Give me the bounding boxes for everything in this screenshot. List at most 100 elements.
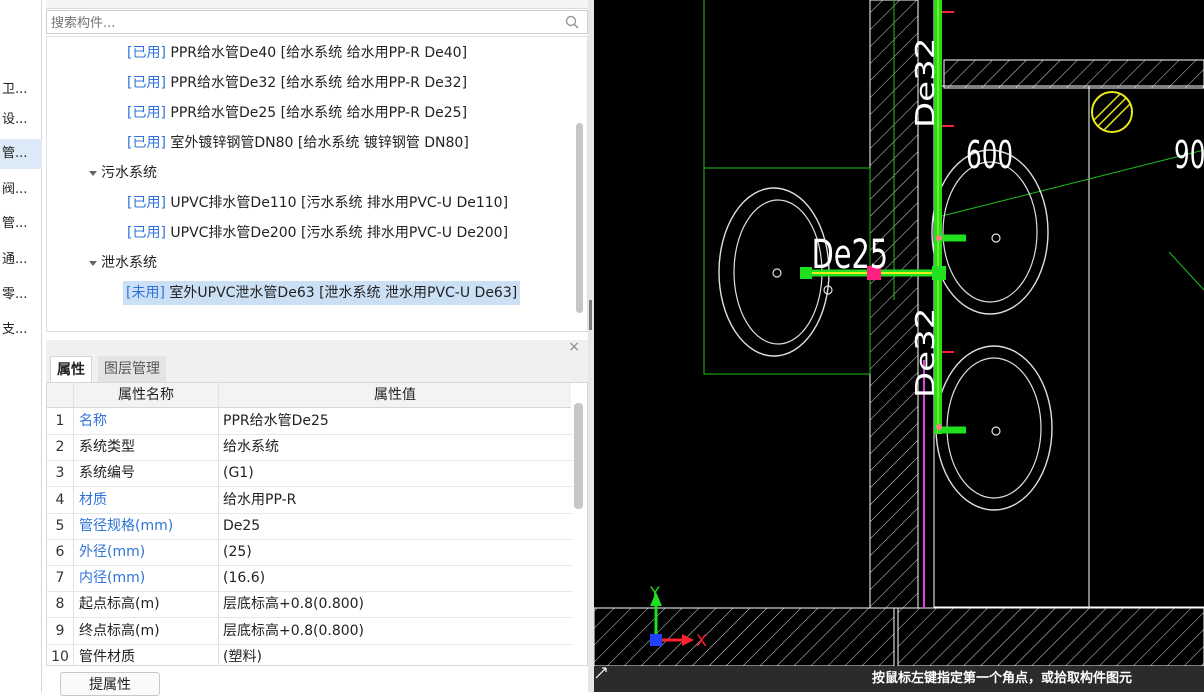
component-name: PPR给水管De40 [给水系统 给水用PP-R De40]	[165, 45, 468, 61]
row-index: 7	[55, 570, 65, 587]
row-index: 3	[55, 465, 65, 482]
property-row[interactable]: 7 内径(mm) (16.6)	[47, 565, 573, 593]
category-item[interactable]: 卫...	[0, 75, 42, 105]
component-name: UPVC排水管De110 [污水系统 排水用PVC-U De110]	[165, 195, 509, 211]
property-name: 终点标高(m)	[79, 622, 160, 639]
property-value[interactable]: De25	[223, 513, 260, 539]
column-header-index	[47, 383, 73, 408]
property-name: 管径规格(mm)	[79, 517, 174, 534]
category-item[interactable]: 阀...	[0, 175, 42, 205]
properties-scrollbar[interactable]	[574, 403, 583, 509]
property-name: 起点标高(m)	[79, 596, 160, 613]
row-index: 6	[55, 544, 65, 560]
expand-caret-icon[interactable]	[89, 170, 97, 176]
property-value[interactable]: 层底标高+0.8(0.800)	[223, 618, 364, 644]
usage-tag: [已用]	[127, 75, 166, 91]
search-input[interactable]	[49, 13, 553, 33]
category-item[interactable]: 零...	[0, 280, 42, 310]
pipe-label-de25: De25	[812, 230, 889, 277]
property-row[interactable]: 9 终点标高(m) 层底标高+0.8(0.800)	[47, 618, 573, 645]
dimension-600: 600	[966, 132, 1013, 177]
property-row[interactable]: 2 系统类型 给水系统	[47, 434, 573, 462]
property-name: 名称	[79, 413, 107, 429]
property-value[interactable]: PPR给水管De25	[223, 408, 329, 434]
tree-component-item[interactable]: [已用] 室外镀锌钢管DN80 [给水系统 镀锌钢管 DN80]	[127, 131, 469, 155]
component-name: UPVC排水管De200 [污水系统 排水用PVC-U De200]	[165, 225, 509, 241]
search-icon[interactable]	[565, 15, 579, 29]
tree-component-item[interactable]: [未用] 室外UPVC泄水管De63 [泄水系统 泄水用PVC-U De63]	[123, 281, 521, 305]
row-index: 4	[55, 491, 65, 508]
property-row[interactable]: 10 管件材质 (塑料)	[47, 644, 573, 665]
wall-top-right	[943, 59, 1204, 89]
property-name: 材质	[79, 491, 107, 508]
tree-component-item[interactable]: [已用] PPR给水管De32 [给水系统 给水用PP-R De32]	[127, 71, 467, 95]
tree-group[interactable]: 污水系统	[89, 161, 157, 185]
category-item[interactable]: 管...	[0, 209, 42, 239]
properties-tabs: 属性 图层管理	[46, 356, 588, 383]
row-index: 2	[55, 439, 65, 456]
property-value[interactable]: (25)	[223, 539, 252, 565]
panel-divider: ×	[46, 339, 588, 356]
category-item[interactable]: 管...	[0, 139, 42, 169]
category-sidebar: 卫... 设... 管... 阀... 管... 通... 零... 支...	[0, 0, 42, 692]
row-index: 10	[51, 648, 69, 665]
tree-component-item[interactable]: [已用] PPR给水管De40 [给水系统 给水用PP-R De40]	[127, 41, 467, 65]
pipe-label-de32-top: De32	[911, 38, 941, 128]
pipe-label-de32-bottom: De32	[911, 308, 941, 398]
usage-tag: [已用]	[127, 135, 166, 151]
usage-tag: [未用]	[126, 285, 165, 301]
tree-group-label: 泄水系统	[101, 255, 157, 271]
status-prompt-text: 按鼠标左键指定第一个角点，或拾取构件图元	[872, 671, 1133, 686]
tab-layer-management[interactable]: 图层管理	[98, 356, 166, 382]
column-header-value: 属性值	[219, 383, 571, 408]
property-value[interactable]: 给水用PP-R	[223, 487, 296, 513]
component-name: 室外镀锌钢管DN80 [给水系统 镀锌钢管 DN80]	[165, 135, 469, 151]
category-item[interactable]: 设...	[0, 105, 42, 135]
tree-component-item[interactable]: [已用] PPR给水管De25 [给水系统 给水用PP-R De25]	[127, 101, 467, 125]
tree-group[interactable]: 泄水系统	[89, 251, 157, 275]
property-name: 管件材质	[79, 648, 135, 665]
property-row[interactable]: 4 材质 给水用PP-R	[47, 487, 573, 514]
wall-bottom-left	[594, 607, 895, 667]
search-box	[46, 10, 588, 34]
tab-properties[interactable]: 属性	[50, 356, 92, 383]
tree-group-label: 污水系统	[101, 165, 157, 181]
property-value[interactable]: 层底标高+0.8(0.800)	[223, 591, 364, 617]
wall-bottom-right	[897, 607, 1204, 667]
property-row[interactable]: 6 外径(mm) (25)	[47, 539, 573, 566]
property-row[interactable]: 1 名称 PPR给水管De25	[47, 408, 573, 435]
tree-scrollbar[interactable]	[576, 123, 583, 313]
row-index: 5	[55, 517, 65, 534]
axis-x-label: X	[696, 631, 707, 650]
property-row[interactable]: 3 系统编号 (G1)	[47, 460, 573, 488]
command-status-bar: 按鼠标左键指定第一个角点，或拾取构件图元	[594, 666, 1204, 692]
expand-caret-icon[interactable]	[89, 260, 97, 266]
usage-tag: [已用]	[127, 105, 166, 121]
splitter-grip[interactable]	[589, 300, 592, 330]
close-icon[interactable]: ×	[568, 339, 580, 355]
column-header-name: 属性名称	[74, 383, 218, 408]
property-name: 系统类型	[79, 439, 135, 456]
usage-tag: [已用]	[127, 195, 166, 211]
property-value[interactable]: (塑料)	[223, 644, 262, 665]
tree-component-item[interactable]: [已用] UPVC排水管De110 [污水系统 排水用PVC-U De110]	[127, 191, 508, 215]
component-name: PPR给水管De25 [给水系统 给水用PP-R De25]	[165, 105, 468, 121]
component-name: PPR给水管De32 [给水系统 给水用PP-R De32]	[165, 75, 468, 91]
extract-properties-button[interactable]: 提属性	[60, 672, 160, 696]
cad-drawing: De25 De32 De32 600 90 X Y	[594, 0, 1204, 667]
usage-tag: [已用]	[127, 45, 166, 61]
cad-canvas[interactable]: De25 De32 De32 600 90 X Y 按鼠标左键指定第一个角点，或…	[594, 0, 1204, 692]
dimension-90: 90	[1174, 132, 1204, 177]
tree-component-item[interactable]: [已用] UPVC排水管De200 [污水系统 排水用PVC-U De200]	[127, 221, 508, 245]
category-item[interactable]: 支...	[0, 315, 42, 345]
property-value[interactable]: 给水系统	[223, 434, 279, 460]
component-tree: [已用] PPR给水管De40 [给水系统 给水用PP-R De40] [已用] …	[46, 36, 588, 332]
property-row[interactable]: 5 管径规格(mm) De25	[47, 513, 573, 540]
row-index: 9	[55, 622, 65, 639]
property-name: 外径(mm)	[79, 544, 146, 560]
property-value[interactable]: (16.6)	[223, 565, 265, 591]
property-value[interactable]: (G1)	[223, 460, 254, 486]
property-row[interactable]: 8 起点标高(m) 层底标高+0.8(0.800)	[47, 591, 573, 619]
usage-tag: [已用]	[127, 225, 166, 241]
category-item[interactable]: 通...	[0, 245, 42, 275]
